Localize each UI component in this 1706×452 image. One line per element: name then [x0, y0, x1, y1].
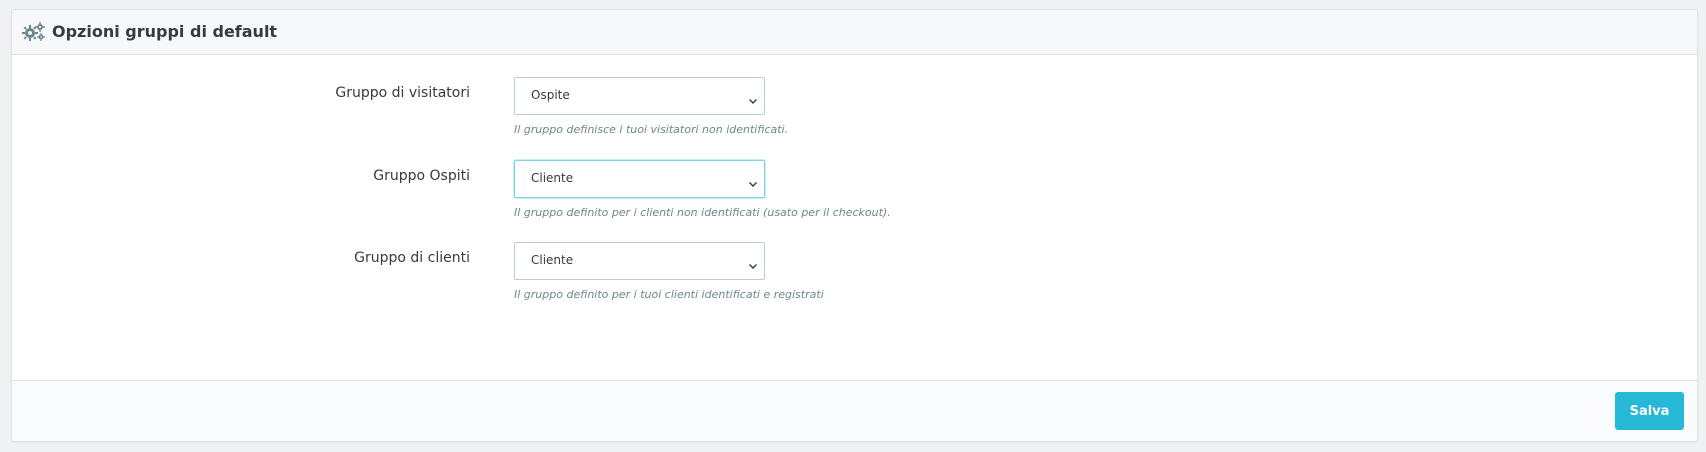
form-row-visitor-group: Gruppo di visitatori Ospite Il gruppo de… — [12, 77, 1697, 147]
gears-icon — [22, 22, 46, 42]
visitor-group-help: Il gruppo definisce i tuoi visitatori no… — [514, 123, 789, 136]
save-button[interactable]: Salva — [1615, 392, 1684, 430]
default-groups-panel: Opzioni gruppi di default Gruppo di visi… — [11, 9, 1698, 442]
visitor-group-select[interactable]: Ospite — [514, 77, 765, 115]
chevron-down-icon — [748, 256, 758, 269]
form-row-guest-group: Gruppo Ospiti Cliente Il gruppo definito… — [12, 160, 1697, 230]
customer-group-help: Il gruppo definito per i tuoi clienti id… — [514, 288, 824, 301]
select-value: Cliente — [531, 253, 574, 267]
panel-title: Opzioni gruppi di default — [52, 22, 278, 41]
visitor-group-label: Gruppo di visitatori — [335, 85, 470, 101]
chevron-down-icon — [748, 91, 758, 104]
guest-group-help: Il gruppo definito per i clienti non ide… — [514, 206, 891, 219]
select-value: Ospite — [531, 88, 570, 102]
chevron-down-icon — [748, 174, 758, 187]
panel-footer: Salva — [12, 380, 1697, 441]
guest-group-select[interactable]: Cliente — [514, 160, 765, 198]
customer-group-label: Gruppo di clienti — [354, 250, 470, 266]
guest-group-label: Gruppo Ospiti — [373, 168, 470, 184]
customer-group-select[interactable]: Cliente — [514, 242, 765, 280]
select-value: Cliente — [531, 171, 574, 185]
panel-header: Opzioni gruppi di default — [12, 10, 1697, 55]
form-row-customer-group: Gruppo di clienti Cliente Il gruppo defi… — [12, 242, 1697, 312]
